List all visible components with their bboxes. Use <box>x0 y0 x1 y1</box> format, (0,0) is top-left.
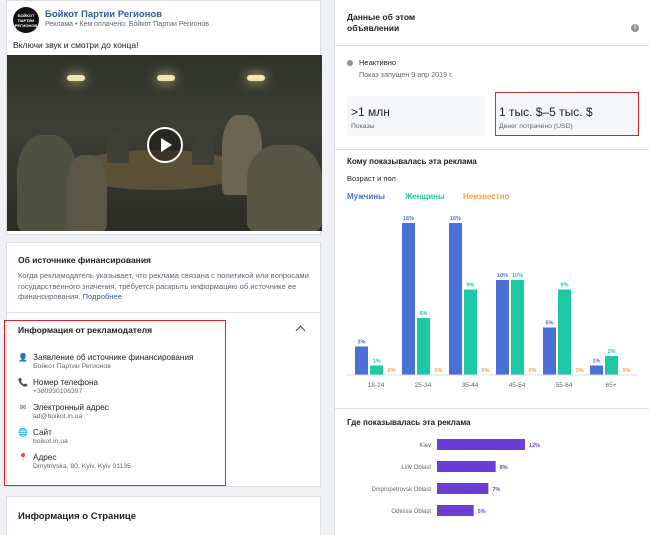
age-bar <box>543 327 556 375</box>
page-avatar[interactable]: БОЙКОТ ПАРТИИ РЕГИОНОВ <box>13 7 39 33</box>
age-bar <box>355 346 368 375</box>
age-bar <box>605 356 618 375</box>
location-value: 8% <box>500 465 508 471</box>
page-info-card: Информация о Странице <box>6 496 321 535</box>
age-bar-label: 5% <box>546 321 554 327</box>
chevron-up-icon[interactable] <box>295 325 306 336</box>
learn-more-link[interactable]: Подробнее <box>83 292 122 301</box>
status-badge: Неактивно <box>347 58 396 67</box>
age-bar-label: 16% <box>403 216 414 222</box>
location-label: Kiev <box>419 443 431 449</box>
age-gender-chart: 3% 1% 0% 18-24 16% 6% 0% 25-34 16% 9% 0% 35-44 10% 10… <box>347 216 638 389</box>
age-bar <box>417 318 430 375</box>
location-value: 12% <box>529 443 540 449</box>
location-value: 5% <box>478 509 486 515</box>
location-bar <box>437 439 525 450</box>
funding-info-card: Об источнике финансирования Когда реклам… <box>6 242 321 312</box>
page-info-title: Информация о Странице <box>18 511 137 522</box>
location-bar <box>437 483 489 494</box>
locations-chart: Kiev 12% Lviv Oblast 8% Dnipropetrovsk Oblas… <box>372 439 540 516</box>
location-value: 7% <box>492 487 500 493</box>
age-bar <box>496 280 509 375</box>
age-bar-label: 0% <box>482 368 490 374</box>
legend-unknown: Неизвестно <box>463 192 510 201</box>
age-bar-label: 10% <box>497 273 508 279</box>
age-bar-label: 1% <box>373 359 381 365</box>
age-bar-label: 3% <box>358 340 366 346</box>
age-bar-label: 1% <box>593 359 601 365</box>
play-button[interactable] <box>147 127 183 163</box>
age-category-label: 55-64 <box>556 382 573 389</box>
location-label: Lviv Oblast <box>401 465 431 471</box>
ad-text: Включи звук и смотри до конца! <box>13 40 139 50</box>
age-bar-label: 0% <box>435 368 443 374</box>
legend-women: Женщины <box>405 192 445 201</box>
impressions-stat: >1 млн Показы <box>347 96 485 136</box>
page-name-link[interactable]: Бойкот Партии Регионов <box>45 9 209 20</box>
age-bar-label: 6% <box>420 311 428 317</box>
age-category-label: 35-44 <box>462 382 479 389</box>
age-bar-label: 10% <box>512 273 523 279</box>
funding-title: Об источнике финансирования <box>18 255 151 265</box>
start-date: Показ запущен 9 апр 2019 г. <box>359 70 453 79</box>
location-label: Odessa Oblast <box>391 509 431 515</box>
age-bar <box>370 365 383 375</box>
ad-video[interactable] <box>7 55 322 231</box>
age-bar <box>558 289 571 375</box>
info-icon[interactable]: i <box>631 24 639 32</box>
age-bar-label: 2% <box>608 349 616 355</box>
age-category-label: 25-34 <box>415 382 432 389</box>
age-bar-label: 0% <box>388 368 396 374</box>
location-bar <box>437 505 474 516</box>
legend-men: Мужчины <box>347 192 385 201</box>
status-dot-icon <box>347 59 353 66</box>
ad-data-title: Данные об этом объявлении <box>347 12 416 33</box>
age-bar <box>402 223 415 375</box>
age-category-label: 18-24 <box>368 382 385 389</box>
age-bar-label: 9% <box>467 283 475 289</box>
age-bar <box>449 223 462 375</box>
age-bar-label: 0% <box>623 368 631 374</box>
age-bar <box>511 280 524 375</box>
sponsor-line: Реклама • Кем оплачено: Бойкот Партии Ре… <box>45 21 209 28</box>
age-bar <box>590 365 603 375</box>
age-gender-label: Возраст и пол <box>347 174 396 183</box>
location-label: Dnipropetrovsk Oblast <box>372 487 432 493</box>
age-bar-label: 0% <box>529 368 537 374</box>
age-category-label: 45-54 <box>509 382 526 389</box>
ad-preview-card: БОЙКОТ ПАРТИИ РЕГИОНОВ Бойкот Партии Рег… <box>6 0 322 235</box>
age-bar-label: 0% <box>576 368 584 374</box>
age-bar-label: 16% <box>450 216 461 222</box>
age-bar <box>464 289 477 375</box>
age-category-label: 65+ <box>605 382 616 389</box>
location-bar <box>437 461 496 472</box>
highlight-box-spent <box>495 92 639 136</box>
age-bar-label: 9% <box>561 283 569 289</box>
locations-title: Где показывалась эта реклама <box>347 418 471 427</box>
audience-title: Кому показывалась эта реклама <box>347 157 477 166</box>
funding-text: Когда рекламодатель указывает, что рекла… <box>18 271 309 301</box>
highlight-box-advertiser <box>4 320 226 486</box>
ad-data-panel: Данные об этом объявлении i Неактивно По… <box>334 0 649 535</box>
